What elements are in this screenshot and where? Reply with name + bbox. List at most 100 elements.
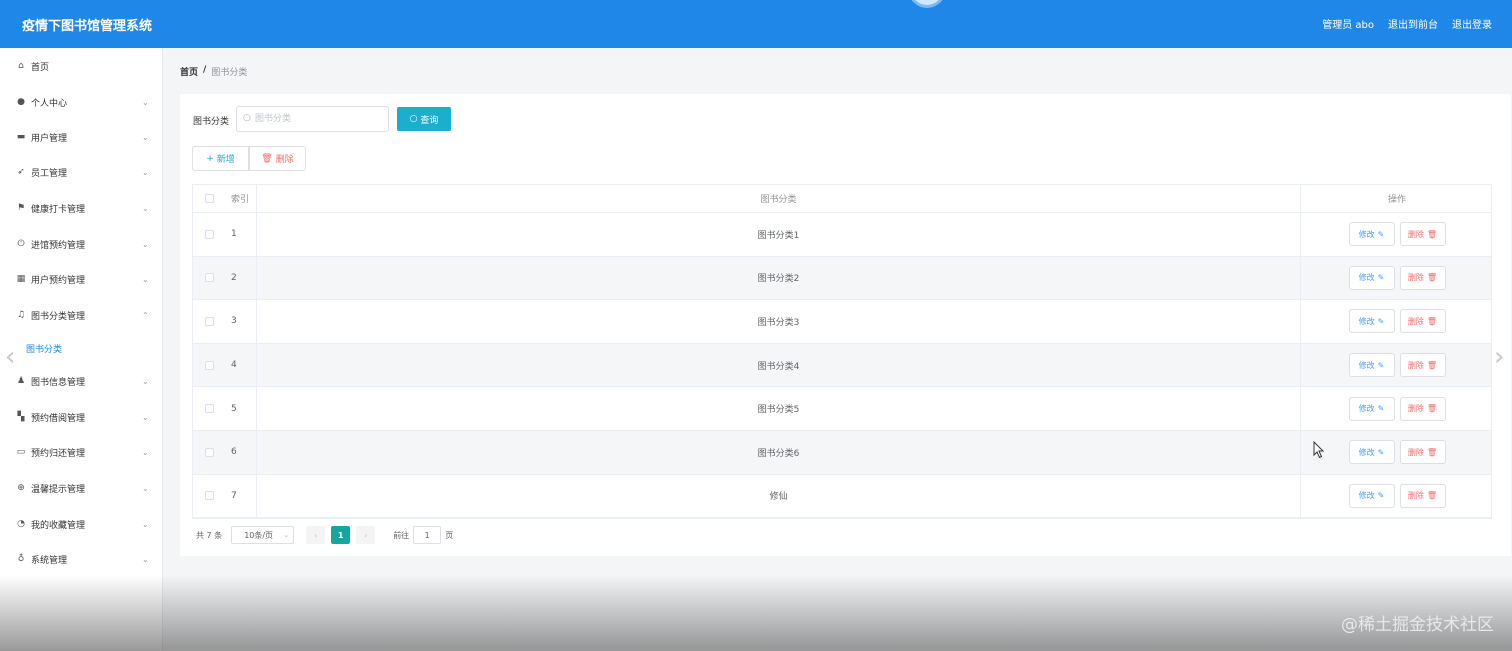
- category-table: 索引 图书分类 操作 1 图书分类1 修改 ✎ 删除 🗑 2 图书分类2 修改 ✎ 删除 🗑 3 图书分类…: [192, 184, 1493, 520]
- search-label: 图书分类: [193, 117, 230, 127]
- edit-button[interactable]: 修改 ✎: [1348, 309, 1395, 334]
- table-row: 4 图书分类4 修改 ✎ 删除 🗑: [193, 343, 1491, 388]
- sidebar-subitem-book-category[interactable]: 图书分类: [0, 335, 163, 361]
- batch-delete-label: 删除: [275, 155, 294, 165]
- edit-button-label: 修改: [1358, 404, 1375, 414]
- delete-button[interactable]: 删除 🗑: [1399, 396, 1446, 421]
- row-checkbox[interactable]: [204, 229, 214, 239]
- delete-button[interactable]: 删除 🗑: [1399, 309, 1446, 334]
- to-front-link[interactable]: 退出到前台: [1388, 16, 1438, 31]
- page-number-button[interactable]: 1: [331, 526, 351, 544]
- row-checkbox[interactable]: [204, 316, 214, 326]
- sidebar-item-users[interactable]: ▬ 用户管理 ⌄: [0, 122, 163, 152]
- sidebar-item-tips[interactable]: ⊕ 温馨提示管理 ⌄: [0, 473, 163, 503]
- row-checkbox[interactable]: [204, 404, 214, 414]
- search-icon: ○: [243, 113, 251, 123]
- edit-button[interactable]: 修改 ✎: [1348, 440, 1395, 465]
- row-index: 4: [225, 343, 257, 387]
- edit-button[interactable]: 修改 ✎: [1348, 353, 1395, 378]
- delete-button[interactable]: 删除 🗑: [1399, 222, 1446, 247]
- chevron-left-icon[interactable]: ‹: [5, 342, 15, 372]
- delete-button[interactable]: 删除 🗑: [1399, 265, 1446, 290]
- table-row: 7 修仙 修改 ✎ 删除 🗑: [193, 474, 1493, 519]
- sidebar-item-favorites[interactable]: ◔ 我的收藏管理 ⌄: [0, 509, 163, 539]
- delete-button[interactable]: 删除 🗑: [1399, 440, 1446, 465]
- sidebar-item-user-reservation[interactable]: ▦ 用户预约管理 ⌄: [0, 264, 163, 294]
- edit-icon: ✎: [1377, 316, 1385, 326]
- menu-icon: ▚: [17, 412, 25, 422]
- row-checkbox[interactable]: [204, 447, 214, 457]
- search-input[interactable]: [255, 111, 385, 127]
- power-icon: ⏻: [17, 239, 25, 249]
- row-index: 3: [225, 300, 257, 343]
- sidebar-item-home[interactable]: ⌂ 首页: [0, 51, 163, 81]
- bell-icon: ♫: [16, 310, 26, 320]
- ticket-icon: ▬: [16, 132, 26, 142]
- sidebar-item-health-checkin[interactable]: ⚑ 健康打卡管理 ⌄: [0, 193, 163, 223]
- next-page-button[interactable]: ›: [356, 526, 376, 544]
- row-actions: 修改 ✎ 删除 🗑: [1301, 387, 1493, 430]
- sidebar-item-entry-reservation[interactable]: ⏻ 进馆预约管理 ⌄: [0, 229, 163, 259]
- chevron-down-icon: ⌄: [142, 274, 149, 284]
- app-title: 疫情下图书馆管理系统: [22, 19, 153, 34]
- sidebar-item-borrow-reservation[interactable]: ▚ 预约借阅管理 ⌄: [0, 402, 163, 432]
- plus-icon: +: [206, 153, 214, 164]
- admin-name: 管理员 abo: [1322, 20, 1374, 31]
- sidebar-item-label: 首页: [31, 62, 50, 73]
- table-row: 3 图书分类3 修改 ✎ 删除 🗑: [193, 300, 1491, 344]
- query-button-label: 查询: [420, 115, 439, 126]
- sidebar-item-label: 图书信息管理: [31, 377, 86, 388]
- header-user-links: 管理员 abo 退出到前台 退出登录: [1322, 16, 1492, 31]
- row-checkbox[interactable]: [204, 273, 214, 283]
- breadcrumb-home[interactable]: 首页: [180, 65, 198, 78]
- breadcrumb: 首页 / 图书分类: [180, 65, 247, 78]
- row-index: 1: [225, 213, 257, 256]
- edit-button[interactable]: 修改 ✎: [1348, 222, 1395, 247]
- logout-link[interactable]: 退出登录: [1452, 16, 1492, 31]
- sidebar-item-label: 健康打卡管理: [31, 204, 86, 215]
- stamp-icon: ♟: [16, 376, 26, 386]
- chevron-up-icon: ⌃: [142, 310, 149, 320]
- chevron-down-icon: ⌄: [283, 531, 290, 539]
- trash-icon: 🗑: [1426, 360, 1438, 370]
- query-button[interactable]: ○ 查询: [397, 107, 451, 131]
- page-size-value: 10条/页: [244, 530, 274, 540]
- row-actions: 修改 ✎ 删除 🗑: [1301, 475, 1493, 518]
- chevron-right-icon: ›: [364, 530, 368, 540]
- prev-page-button[interactable]: ‹: [306, 526, 326, 544]
- row-actions: 修改 ✎ 删除 🗑: [1301, 300, 1493, 343]
- row-checkbox[interactable]: [204, 360, 214, 370]
- chevron-right-icon[interactable]: ›: [1494, 342, 1504, 372]
- sidebar-item-system[interactable]: ♁ 系统管理 ⌄: [0, 544, 163, 574]
- edit-button[interactable]: 修改 ✎: [1348, 265, 1395, 290]
- chevron-down-icon: ⌄: [142, 483, 149, 493]
- batch-delete-button[interactable]: 🗑 删除: [249, 146, 306, 171]
- add-button[interactable]: + 新增: [192, 146, 249, 171]
- pagination-total: 共 7 条: [196, 530, 223, 540]
- page-size-select[interactable]: 10条/页 ⌄: [231, 526, 295, 544]
- edit-button[interactable]: 修改 ✎: [1348, 396, 1395, 421]
- sidebar-item-book-info[interactable]: ♟ 图书信息管理 ⌄: [0, 366, 163, 396]
- edit-button[interactable]: 修改 ✎: [1348, 483, 1395, 508]
- row-category-name: 图书分类4: [257, 343, 1301, 387]
- send-icon: ➶: [17, 167, 25, 177]
- mic-icon: ♁: [17, 554, 25, 564]
- header-logo-icon: [908, 0, 946, 8]
- search-box[interactable]: ○: [236, 106, 389, 132]
- sidebar-item-profile[interactable]: ● 个人中心 ⌄: [0, 87, 163, 117]
- select-all-checkbox[interactable]: [204, 194, 214, 203]
- sidebar-item-book-category-mgmt[interactable]: ♫ 图书分类管理 ⌃: [0, 300, 163, 330]
- column-header-category: 图书分类: [257, 185, 1301, 212]
- edit-button-label: 修改: [1358, 491, 1375, 501]
- trash-icon: 🗑: [1426, 447, 1438, 457]
- goto-label: 前往: [393, 530, 410, 540]
- sidebar-item-staff[interactable]: ➶ 员工管理 ⌄: [0, 157, 163, 187]
- row-category-name: 图书分类3: [257, 300, 1301, 343]
- row-checkbox[interactable]: [204, 491, 214, 501]
- delete-button[interactable]: 删除 🗑: [1399, 353, 1446, 378]
- delete-button-label: 删除: [1407, 273, 1424, 283]
- goto-page-input[interactable]: 1: [413, 526, 442, 544]
- delete-button-label: 删除: [1407, 360, 1424, 370]
- delete-button[interactable]: 删除 🗑: [1399, 483, 1446, 508]
- sidebar-item-return-reservation[interactable]: ▭ 预约归还管理 ⌄: [0, 437, 163, 467]
